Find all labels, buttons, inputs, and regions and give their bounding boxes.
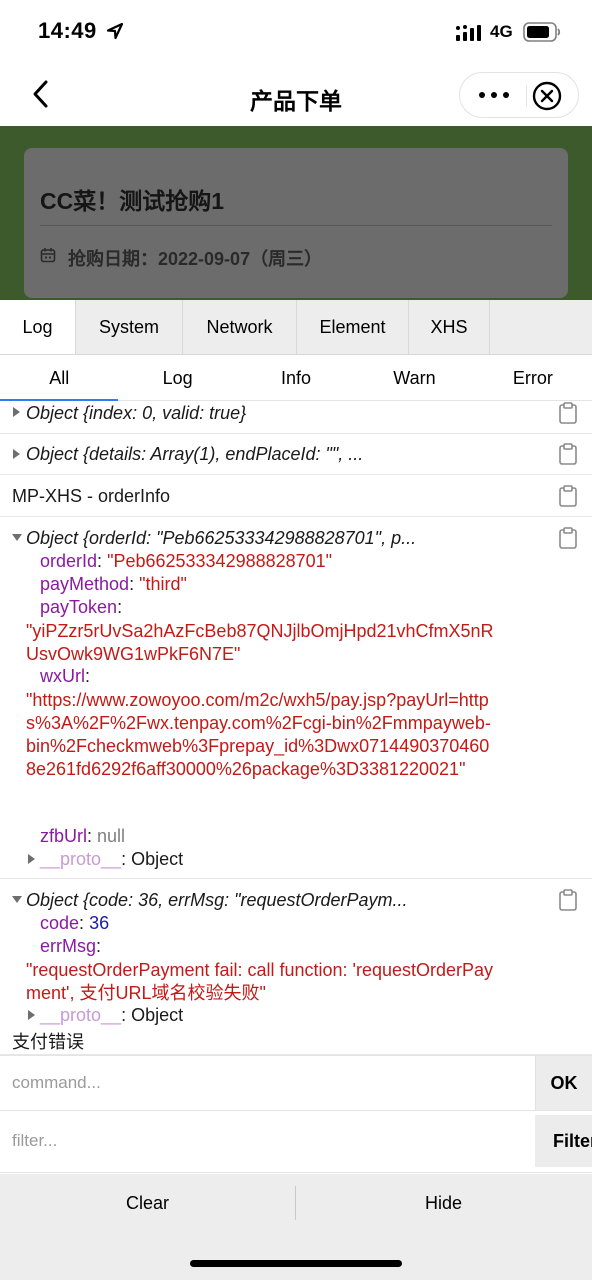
calendar-icon	[40, 248, 56, 263]
copy-icon[interactable]	[558, 527, 578, 549]
property-value: Object	[131, 849, 184, 869]
property-payToken-key: payToken:	[40, 597, 123, 617]
subtab-warn[interactable]: Warn	[355, 355, 473, 400]
log-entry-expanded: Object {orderId: "Peb662533342988828701"…	[0, 517, 592, 879]
nav-bar: 产品下单	[0, 64, 592, 126]
property-proto[interactable]: __proto__: Object	[40, 1005, 183, 1026]
property-orderId: orderId: "Peb662533342988828701"	[40, 551, 333, 571]
vconsole-tabbar: Log System Network Element XHS	[0, 300, 592, 355]
subtab-error[interactable]: Error	[474, 355, 592, 400]
tab-network[interactable]: Network	[183, 300, 297, 354]
log-list[interactable]: Object {index: 0, valid: true} Object {d…	[0, 401, 592, 1055]
log-filter-tabs: All Log Info Warn Error	[0, 355, 592, 401]
property-value: "third"	[139, 574, 187, 594]
expand-arrow-icon[interactable]	[28, 854, 35, 864]
status-bar: 14:49 4G	[0, 0, 592, 64]
subtab-info[interactable]: Info	[237, 355, 355, 400]
property-key: errMsg	[40, 936, 97, 956]
tab-xhs[interactable]: XHS	[409, 300, 490, 354]
property-key: payToken	[40, 597, 118, 617]
copy-icon[interactable]	[558, 485, 578, 507]
expand-arrow-icon[interactable]	[13, 449, 20, 459]
collapse-arrow-icon[interactable]	[12, 534, 22, 541]
property-wxUrl-key: wxUrl:	[40, 666, 91, 686]
property-key: code	[40, 913, 80, 933]
product-card: CC菜！测试抢购1 抢购日期：2022-09-07（周三）	[24, 148, 568, 298]
log-object-summary[interactable]: Object {orderId: "Peb662533342988828701"…	[26, 528, 416, 549]
property-proto[interactable]: __proto__: Object	[40, 849, 183, 870]
log-text: MP-XHS - orderInfo	[12, 486, 171, 506]
collapse-arrow-icon[interactable]	[12, 896, 22, 903]
subtab-log[interactable]: Log	[118, 355, 236, 400]
log-object-summary[interactable]: Object {index: 0, valid: true}	[26, 403, 246, 424]
vconsole-footer: Clear Hide	[0, 1174, 592, 1280]
property-zfbUrl: zfbUrl: null	[40, 826, 126, 846]
copy-icon[interactable]	[558, 889, 578, 911]
tab-log[interactable]: Log	[0, 300, 76, 354]
property-payMethod: payMethod: "third"	[40, 574, 187, 594]
location-arrow-icon	[106, 22, 124, 40]
property-value: "Peb662533342988828701"	[107, 551, 333, 571]
home-indicator[interactable]	[190, 1260, 402, 1267]
property-key: payMethod	[40, 574, 130, 594]
log-entry: MP-XHS - orderInfo	[0, 475, 592, 517]
log-entry-expanded: Object {code: 36, errMsg: "requestOrderP…	[0, 879, 592, 1055]
filter-button[interactable]: Filter	[535, 1115, 592, 1167]
property-errMsg-key: errMsg:	[40, 936, 102, 956]
property-code: code: 36	[40, 913, 110, 933]
property-value: null	[97, 826, 126, 846]
tab-system[interactable]: System	[76, 300, 183, 354]
filter-bar: Filter	[0, 1111, 592, 1173]
miniprogram-capsule	[459, 72, 579, 118]
purchase-date: 抢购日期：2022-09-07（周三）	[68, 249, 323, 269]
property-payToken-value: "yiPZzr5rUvSa2hAzFcBeb87QNJjlbOmjHpd21vh…	[26, 621, 494, 664]
copy-icon[interactable]	[558, 402, 578, 424]
log-object-summary[interactable]: Object {details: Array(1), endPlaceId: "…	[26, 444, 363, 465]
log-entry: Object {index: 0, valid: true}	[0, 401, 592, 434]
hide-button[interactable]: Hide	[296, 1174, 591, 1232]
battery-icon	[523, 22, 561, 42]
expand-arrow-icon[interactable]	[13, 407, 20, 417]
property-wxUrl-value: "https://www.zowoyoo.com/m2c/wxh5/pay.js…	[26, 690, 491, 779]
property-errMsg-value: "requestOrderPayment fail: call function…	[26, 960, 494, 1003]
subtab-all[interactable]: All	[0, 355, 119, 401]
property-key: orderId	[40, 551, 98, 571]
property-key: wxUrl	[40, 666, 85, 686]
command-bar: OK	[0, 1055, 592, 1111]
property-key: __proto__	[40, 849, 122, 869]
expand-arrow-icon[interactable]	[28, 1010, 35, 1020]
product-title: CC菜！测试抢购1	[40, 188, 225, 214]
log-object-summary[interactable]: Object {code: 36, errMsg: "requestOrderP…	[26, 890, 408, 911]
ok-button[interactable]: OK	[535, 1056, 592, 1110]
filter-input[interactable]	[0, 1111, 534, 1171]
card-divider	[40, 225, 552, 226]
status-time: 14:49	[38, 18, 97, 43]
property-value: Object	[131, 1005, 184, 1025]
command-input[interactable]	[0, 1056, 534, 1110]
cellular-signal-icon	[456, 25, 481, 41]
capsule-divider	[526, 85, 527, 107]
more-dots-icon[interactable]	[476, 84, 512, 106]
vconsole-panel: Log System Network Element XHS All Log I…	[0, 300, 592, 1280]
tab-element[interactable]: Element	[297, 300, 409, 354]
clear-button[interactable]: Clear	[0, 1174, 295, 1232]
copy-icon[interactable]	[558, 443, 578, 465]
network-type: 4G	[490, 22, 513, 41]
log-text: 支付错误	[12, 1032, 84, 1052]
property-key: zfbUrl	[40, 826, 88, 846]
screen: 14:49 4G 产品下单 CC菜！测试抢购1 抢购日期：2022-09-07（…	[0, 0, 592, 1280]
property-key: __proto__	[40, 1005, 122, 1025]
close-circle-icon[interactable]	[531, 80, 563, 112]
log-entry: Object {details: Array(1), endPlaceId: "…	[0, 434, 592, 475]
property-value: 36	[89, 913, 110, 933]
